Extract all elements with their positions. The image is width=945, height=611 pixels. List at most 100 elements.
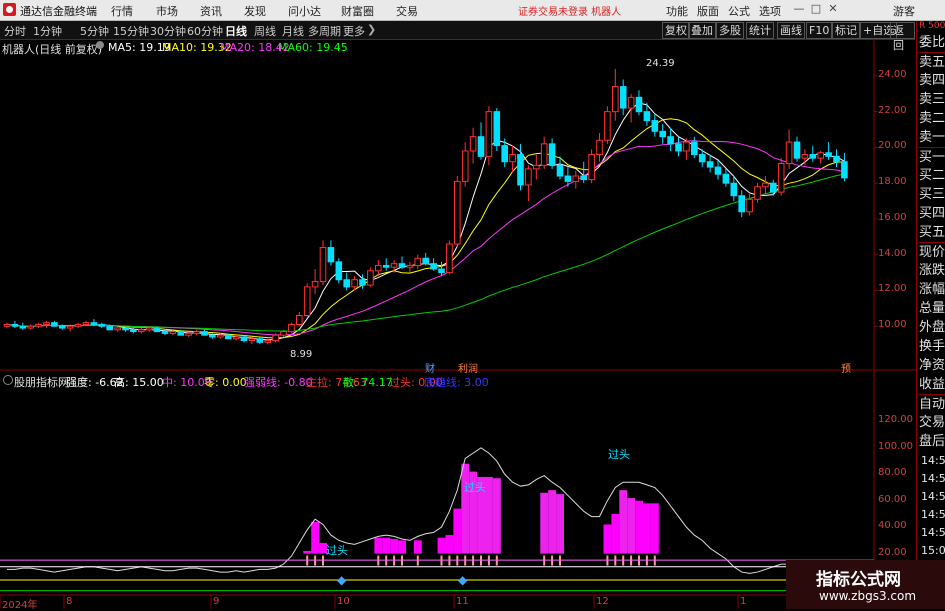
candle-body[interactable] bbox=[446, 243, 453, 274]
menu-item-quotes[interactable]: 行情 bbox=[111, 3, 133, 19]
candle-body[interactable] bbox=[485, 111, 493, 157]
candle-body[interactable] bbox=[619, 86, 627, 109]
menu-item-wealth[interactable]: 财富圈 bbox=[341, 3, 374, 19]
candle-body[interactable] bbox=[296, 315, 303, 325]
candle-body[interactable] bbox=[367, 270, 374, 286]
candle-body[interactable] bbox=[43, 322, 50, 325]
candle-body[interactable] bbox=[762, 182, 769, 188]
candle-body[interactable] bbox=[461, 150, 469, 182]
candle-body[interactable] bbox=[177, 331, 185, 336]
candle-body[interactable] bbox=[288, 323, 295, 333]
multi-stock-button[interactable]: 多股 bbox=[716, 22, 744, 39]
candle-body[interactable] bbox=[509, 154, 516, 163]
panel-item[interactable]: 卖二 bbox=[919, 109, 945, 128]
candle-body[interactable] bbox=[691, 141, 698, 156]
candle-body[interactable] bbox=[809, 154, 817, 159]
candle-body[interactable] bbox=[501, 145, 508, 163]
candle-body[interactable] bbox=[659, 130, 667, 138]
period-multi[interactable]: 多周期 bbox=[308, 23, 341, 39]
candle-body[interactable] bbox=[114, 327, 121, 331]
candle-body[interactable] bbox=[722, 173, 730, 184]
mark-button[interactable]: 标记 bbox=[832, 22, 860, 39]
candle-body[interactable] bbox=[627, 96, 635, 109]
f10-button[interactable]: F10 bbox=[806, 22, 833, 39]
candle-body[interactable] bbox=[319, 247, 327, 283]
kline-chart[interactable] bbox=[0, 40, 916, 609]
candle-body[interactable] bbox=[217, 334, 224, 338]
period-5min[interactable]: 5分钟 bbox=[80, 23, 109, 39]
candle-body[interactable] bbox=[153, 327, 161, 333]
candle-body[interactable] bbox=[730, 182, 738, 197]
panel-item[interactable]: 卖五 bbox=[919, 52, 945, 72]
candle-body[interactable] bbox=[564, 175, 572, 182]
candle-body[interactable] bbox=[351, 279, 358, 288]
period-30min[interactable]: 30分钟 bbox=[150, 23, 186, 39]
restore-icon[interactable]: □ bbox=[808, 2, 824, 17]
candle-body[interactable] bbox=[414, 257, 422, 266]
panel-item[interactable]: 净资 bbox=[919, 356, 945, 375]
panel-item[interactable]: 卖三 bbox=[919, 90, 945, 109]
candle-body[interactable] bbox=[438, 268, 445, 274]
guest-label[interactable]: 游客 bbox=[893, 3, 915, 19]
event-marker-finance[interactable]: 财 bbox=[425, 360, 435, 375]
period-1min[interactable]: 1分钟 bbox=[33, 23, 62, 39]
menu-item-function[interactable]: 功能 bbox=[666, 3, 688, 19]
period-intraday[interactable]: 分时 bbox=[4, 23, 26, 39]
panel-item[interactable]: 卖一 bbox=[919, 128, 945, 147]
panel-item[interactable]: 买二 bbox=[919, 166, 945, 185]
candle-body[interactable] bbox=[469, 136, 477, 152]
candle-body[interactable] bbox=[82, 322, 90, 325]
candle-body[interactable] bbox=[19, 325, 27, 329]
period-60min[interactable]: 60分钟 bbox=[187, 23, 223, 39]
candle-body[interactable] bbox=[754, 186, 761, 200]
candle-body[interactable] bbox=[130, 329, 137, 333]
panel-item[interactable]: 涨跌 bbox=[919, 261, 945, 280]
candle-body[interactable] bbox=[770, 182, 777, 193]
candle-body[interactable] bbox=[343, 279, 350, 288]
panel-item[interactable]: 涨幅 bbox=[919, 280, 945, 299]
candle-body[interactable] bbox=[801, 154, 809, 159]
candle-body[interactable] bbox=[580, 175, 588, 181]
panel-item[interactable]: 盘后 bbox=[919, 432, 945, 451]
candle-body[interactable] bbox=[138, 329, 145, 333]
candle-body[interactable] bbox=[375, 264, 382, 272]
candle-body[interactable] bbox=[161, 331, 169, 334]
candle-body[interactable] bbox=[66, 325, 74, 329]
panel-item[interactable]: 外盘 bbox=[919, 318, 945, 337]
candle-body[interactable] bbox=[477, 136, 485, 157]
candle-body[interactable] bbox=[209, 334, 216, 338]
candle-body[interactable] bbox=[714, 166, 722, 175]
menu-item-news[interactable]: 资讯 bbox=[200, 3, 222, 19]
candle-body[interactable] bbox=[683, 141, 690, 152]
candle-body[interactable] bbox=[248, 338, 256, 342]
panel-item[interactable]: 委比 bbox=[919, 33, 945, 52]
candle-body[interactable] bbox=[98, 323, 106, 327]
draw-button[interactable]: 画线 bbox=[777, 22, 805, 39]
candle-body[interactable] bbox=[169, 331, 177, 334]
candle-body[interactable] bbox=[833, 155, 840, 163]
period-daily[interactable]: 日线 bbox=[225, 23, 247, 39]
candle-body[interactable] bbox=[548, 143, 556, 166]
candle-body[interactable] bbox=[588, 154, 595, 181]
overlay-button[interactable]: 叠加 bbox=[688, 22, 716, 39]
close-icon[interactable]: ✕ bbox=[825, 2, 841, 17]
menu-item-layout[interactable]: 版面 bbox=[697, 3, 719, 19]
candle-body[interactable] bbox=[777, 163, 785, 193]
panel-item[interactable]: 自动 bbox=[919, 394, 945, 414]
candle-body[interactable] bbox=[406, 264, 414, 268]
event-marker-forecast[interactable]: 预 bbox=[841, 360, 851, 375]
menu-item-options[interactable]: 选项 bbox=[759, 3, 781, 19]
candle-body[interactable] bbox=[556, 164, 564, 177]
candle-body[interactable] bbox=[106, 325, 114, 331]
candle-body[interactable] bbox=[493, 111, 501, 147]
panel-item[interactable]: 交易 bbox=[919, 413, 945, 432]
menu-item-formula[interactable]: 公式 bbox=[728, 3, 750, 19]
candle-body[interactable] bbox=[27, 325, 34, 329]
candle-body[interactable] bbox=[145, 327, 153, 331]
candle-body[interactable] bbox=[398, 263, 406, 268]
panel-item[interactable]: 买一 bbox=[919, 147, 945, 167]
candle-body[interactable] bbox=[280, 331, 287, 336]
candle-body[interactable] bbox=[793, 141, 801, 159]
candle-body[interactable] bbox=[224, 334, 232, 340]
candle-body[interactable] bbox=[817, 152, 825, 159]
